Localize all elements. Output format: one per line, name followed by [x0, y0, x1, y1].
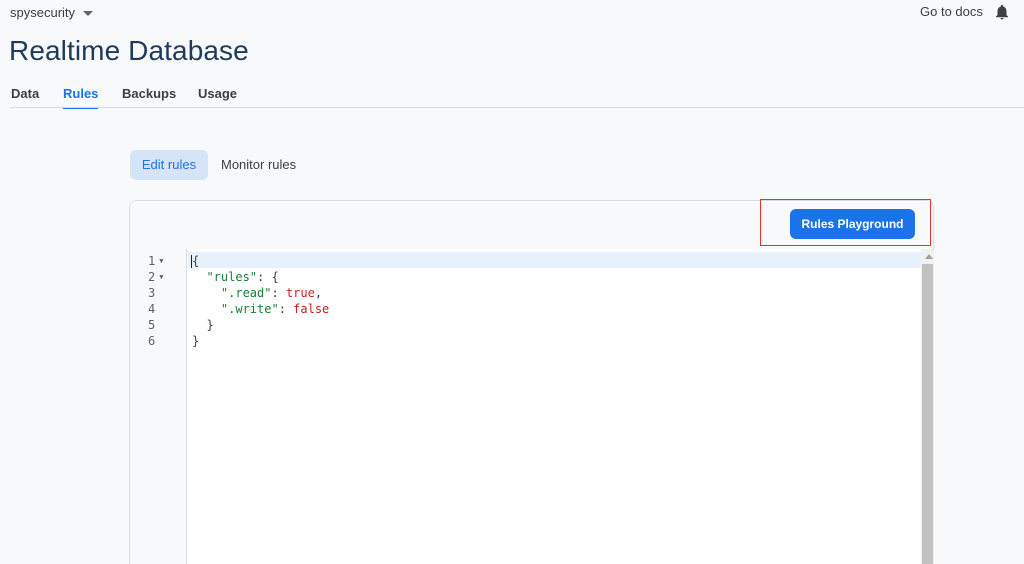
- go-to-docs-link[interactable]: Go to docs: [920, 4, 983, 19]
- code-line: ".read": true,: [220, 286, 323, 300]
- tab-data[interactable]: Data: [11, 86, 39, 107]
- scroll-up-arrow-icon[interactable]: [925, 254, 933, 259]
- code-line: "rules": {: [206, 270, 279, 284]
- project-selector[interactable]: spysecurity: [10, 5, 94, 20]
- main-tabs: Data Rules Backups Usage: [0, 82, 1024, 109]
- scrollbar-thumb[interactable]: [922, 264, 933, 564]
- line-number: 6: [148, 334, 156, 348]
- subtab-edit-rules[interactable]: Edit rules: [130, 150, 208, 180]
- fold-arrow-icon[interactable]: ▼: [159, 273, 163, 281]
- tab-usage[interactable]: Usage: [198, 86, 237, 107]
- caret-down-icon: [83, 10, 94, 16]
- code-line: ".write": false: [220, 302, 330, 316]
- bell-icon[interactable]: [993, 3, 1011, 21]
- page-title: Realtime Database: [9, 35, 249, 66]
- rules-playground-button[interactable]: Rules Playground: [790, 209, 915, 239]
- text-cursor: [191, 255, 192, 268]
- subtab-monitor-rules[interactable]: Monitor rules: [221, 150, 296, 180]
- fold-arrow-icon[interactable]: ▼: [159, 257, 163, 265]
- line-number: 2 ▼: [148, 270, 164, 284]
- line-number: 3: [148, 286, 156, 300]
- code-line: }: [206, 318, 214, 332]
- line-number: 4: [148, 302, 156, 316]
- active-line-highlight: [188, 252, 921, 268]
- project-name: spysecurity: [10, 5, 76, 20]
- tab-backups[interactable]: Backups: [122, 86, 176, 107]
- tab-rules[interactable]: Rules: [63, 86, 99, 109]
- line-number: 5: [148, 318, 156, 332]
- code-line: {: [192, 254, 200, 268]
- code-line: }: [192, 334, 200, 348]
- tabs-divider: [10, 107, 1024, 108]
- line-number: 1 ▼: [148, 254, 164, 268]
- top-bar: spysecurity Go to docs: [0, 0, 1024, 26]
